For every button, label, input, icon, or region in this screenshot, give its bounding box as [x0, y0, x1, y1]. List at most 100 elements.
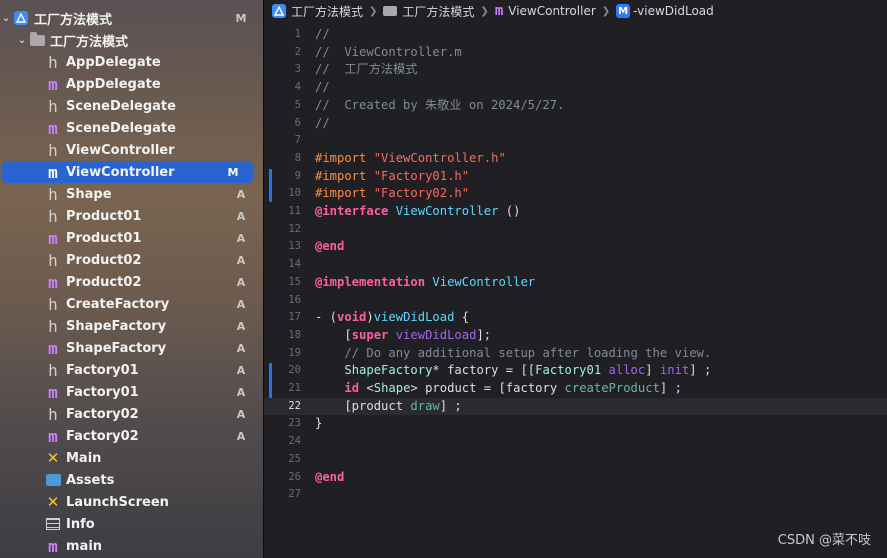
line-number: 3	[294, 63, 301, 76]
source-editor[interactable]: 1 // 2 // ViewController.m 3 // 工厂方法模式 4 // 5 // …	[264, 22, 887, 558]
line-number: 17	[288, 311, 301, 324]
implementation-file-icon: m	[48, 338, 58, 358]
line-number: 25	[288, 452, 301, 465]
code-line[interactable]: 17 - (void)viewDidLoad {	[264, 309, 887, 326]
code-line[interactable]: 2 // ViewController.m	[264, 44, 887, 61]
code-token: ShapeFactory	[344, 363, 433, 378]
code-token: }	[315, 416, 323, 431]
chevron-down-icon[interactable]: ⌄	[16, 35, 28, 46]
code-line[interactable]: 13 @end	[264, 238, 887, 255]
line-number: 10	[288, 187, 301, 200]
code-token: // ViewController.m	[315, 44, 462, 59]
nav-file-row[interactable]: h Factory01 A	[0, 359, 263, 381]
code-token: createProduct	[564, 381, 660, 395]
watermark: CSDN @菜不吱	[777, 533, 871, 548]
nav-file-row[interactable]: ✕ Main	[0, 447, 263, 469]
code-line[interactable]: 27	[264, 486, 887, 503]
nav-project-row[interactable]: ⌄ 工厂方法模式 M	[0, 7, 263, 29]
nav-file-label: Product01	[66, 230, 142, 246]
code-line[interactable]: 25	[264, 451, 887, 468]
code-line[interactable]: 8 #import "ViewController.h"	[264, 150, 887, 167]
nav-file-label: AppDelegate	[66, 76, 161, 92]
header-file-icon: h	[48, 96, 58, 116]
nav-file-row[interactable]: m Factory01 A	[0, 381, 263, 403]
line-number: 4	[294, 81, 301, 94]
code-token: @implementation	[315, 274, 426, 289]
nav-file-row[interactable]: h Product01 A	[0, 205, 263, 227]
nav-file-row[interactable]: m SceneDelegate	[0, 117, 263, 139]
line-number: 21	[288, 382, 301, 394]
code-text: #import "Factory01.h"	[315, 168, 469, 185]
nav-file-row[interactable]: h SceneDelegate	[0, 95, 263, 117]
nav-group-row[interactable]: ⌄ 工厂方法模式	[0, 29, 263, 51]
nav-file-row[interactable]: m main	[0, 535, 263, 557]
line-number: 7	[294, 134, 301, 147]
nav-file-row[interactable]: h CreateFactory A	[0, 293, 263, 315]
code-token: //	[315, 27, 330, 41]
line-number: 24	[288, 435, 301, 448]
nav-file-label: Product01	[66, 208, 142, 224]
nav-file-label: LaunchScreen	[66, 494, 169, 510]
code-line[interactable]: 9 #import "Factory01.h"	[264, 168, 887, 185]
nav-file-row[interactable]: h Factory02 A	[0, 403, 263, 425]
nav-file-row[interactable]: m ViewController M	[2, 161, 253, 183]
breadcrumb-project[interactable]: 工厂方法模式	[272, 3, 363, 20]
code-token: // Created by 朱敬业 on 2024/5/27.	[315, 97, 565, 112]
code-line[interactable]: 10 #import "Factory02.h"	[264, 185, 887, 202]
line-number: 23	[288, 417, 301, 430]
nav-file-row[interactable]: h Product02 A	[0, 249, 263, 271]
nav-file-row[interactable]: m AppDelegate	[0, 73, 263, 95]
code-token: // Do any additional setup after loading…	[315, 345, 712, 360]
code-line[interactable]: 19 // Do any additional setup after load…	[264, 345, 887, 362]
breadcrumb-method[interactable]: M -viewDidLoad	[616, 4, 714, 18]
line-number: 14	[288, 258, 301, 271]
chevron-down-icon[interactable]: ⌄	[0, 13, 12, 24]
code-token: viewDidLoad	[373, 310, 455, 325]
breadcrumb-group-label: 工厂方法模式	[402, 4, 475, 19]
code-text: // 工厂方法模式	[315, 61, 417, 78]
code-line[interactable]: 14	[264, 256, 887, 273]
code-line[interactable]: 11 @interface ViewController ()	[264, 203, 887, 220]
nav-file-row[interactable]: ✕ LaunchScreen	[0, 491, 263, 513]
nav-file-row[interactable]: m ShapeFactory A	[0, 337, 263, 359]
code-line[interactable]: 20 ShapeFactory* factory = [[Factory01 a…	[264, 362, 887, 379]
nav-file-row[interactable]: h ShapeFactory A	[0, 315, 263, 337]
nav-file-row[interactable]: m Product02 A	[0, 271, 263, 293]
nav-file-row[interactable]: h Shape A	[0, 183, 263, 205]
nav-file-row[interactable]: m Factory02 A	[0, 425, 263, 447]
nav-file-label: Assets	[66, 472, 115, 488]
nav-status-badge: A	[236, 319, 246, 333]
code-line[interactable]: 23}	[264, 415, 887, 432]
code-line[interactable]: 22 [product draw] ;	[264, 397, 887, 415]
nav-status-badge: A	[236, 429, 246, 443]
code-line[interactable]: 16	[264, 292, 887, 309]
code-line[interactable]: 15 @implementation ViewController	[264, 274, 887, 291]
code-line[interactable]: 3 // 工厂方法模式	[264, 61, 887, 78]
nav-file-row[interactable]: h ViewController	[0, 139, 263, 161]
nav-file-row[interactable]: Info	[0, 513, 263, 535]
breadcrumb-group[interactable]: 工厂方法模式	[383, 3, 474, 20]
code-line[interactable]: 6 //	[264, 115, 887, 132]
code-token: <	[359, 381, 374, 395]
code-token: ] ;	[659, 381, 682, 395]
code-line[interactable]: 4 //	[264, 79, 887, 96]
implementation-file-icon: m	[48, 272, 58, 292]
code-line[interactable]: 1 //	[264, 26, 887, 43]
breadcrumb-file[interactable]: m ViewController	[495, 3, 596, 19]
code-token: ] ;	[439, 398, 462, 413]
nav-file-row[interactable]: Assets	[0, 469, 263, 491]
nav-file-row[interactable]: h AppDelegate	[0, 51, 263, 73]
code-line[interactable]: 24	[264, 433, 887, 450]
code-line[interactable]: 18 [super viewDidLoad];	[264, 327, 887, 344]
line-number: 6	[294, 116, 301, 129]
code-line[interactable]: 21 id <Shape> product = [factory createP…	[264, 380, 887, 397]
code-line[interactable]: 12	[264, 221, 887, 238]
code-line[interactable]: 5 // Created by 朱敬业 on 2024/5/27.	[264, 97, 887, 114]
code-text: #import "ViewController.h"	[315, 150, 506, 167]
jump-bar: 工厂方法模式 ❯ 工厂方法模式 ❯ m ViewController ❯ M -…	[264, 0, 887, 22]
code-line[interactable]: 26 @end	[264, 469, 887, 486]
code-line[interactable]: 7	[264, 132, 887, 149]
nav-file-row[interactable]: m Product01 A	[0, 227, 263, 249]
nav-file-label: ShapeFactory	[66, 318, 167, 334]
